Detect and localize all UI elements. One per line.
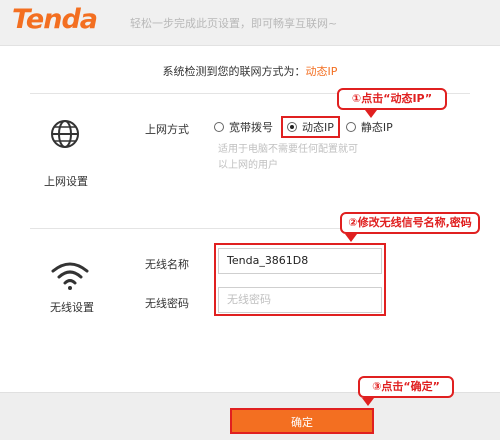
wireless-settings-label: 无线设置 <box>50 301 94 314</box>
connection-type-label: 上网方式 <box>145 123 189 136</box>
tenda-logo: Tenda <box>12 4 98 35</box>
internet-settings-label: 上网设置 <box>44 175 88 188</box>
ok-button[interactable]: 确定 <box>230 408 374 434</box>
wireless-password-label: 无线密码 <box>145 297 189 310</box>
callout-step-2: ②修改无线信号名称,密码 <box>340 212 480 234</box>
callout-step-3-arrow <box>362 398 374 406</box>
radio-dhcp[interactable]: 动态IP <box>281 116 340 138</box>
header-bar: Tenda 轻松一步完成此页设置，即可畅享互联网~ <box>0 0 500 46</box>
radio-static-ip-label: 静态IP <box>360 121 393 134</box>
hint-line-2: 以上网的用户 <box>218 160 278 171</box>
detected-connection-text: 系统检测到您的联网方式为：动态IP <box>0 63 500 79</box>
callout-step-1: ①点击“动态IP” <box>337 88 447 110</box>
connection-type-radio-group: 宽带拨号 动态IP 静态IP <box>214 116 393 138</box>
hint-line-1: 适用于电脑不需要任何配置就可 <box>218 144 358 155</box>
detected-mode: 动态IP <box>305 65 338 78</box>
wireless-highlight-box <box>214 243 386 316</box>
wifi-icon <box>51 262 89 290</box>
connection-type-hint: 适用于电脑不需要任何配置就可 以上网的用户 <box>218 142 368 174</box>
radio-pppoe[interactable]: 宽带拨号 <box>214 119 273 135</box>
callout-step-2-arrow <box>345 234 357 242</box>
wireless-name-label: 无线名称 <box>145 258 189 271</box>
radio-pppoe-circle[interactable] <box>214 122 224 132</box>
detected-prefix: 系统检测到您的联网方式为： <box>162 65 306 78</box>
radio-pppoe-label: 宽带拨号 <box>229 121 273 134</box>
radio-static-ip[interactable]: 静态IP <box>345 119 393 135</box>
globe-icon <box>51 120 79 148</box>
radio-dhcp-label: 动态IP <box>302 121 334 134</box>
callout-step-3: ③点击“确定” <box>358 376 454 398</box>
radio-dhcp-circle[interactable] <box>287 122 297 132</box>
callout-step-1-arrow <box>365 110 377 118</box>
header-slogan: 轻松一步完成此页设置，即可畅享互联网~ <box>130 17 338 30</box>
radio-static-ip-circle[interactable] <box>345 122 356 132</box>
